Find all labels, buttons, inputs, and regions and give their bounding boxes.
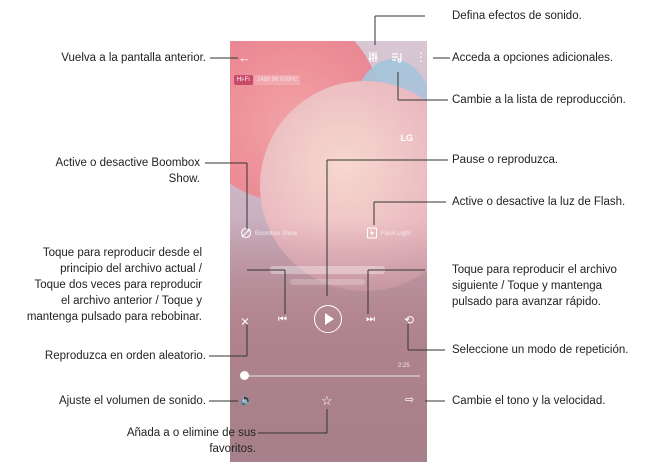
callout-repeat: Seleccione un modo de repetición. [452,344,629,356]
callout-back: Vuelva a la pantalla anterior. [61,52,206,64]
callout-more: Acceda a opciones adicionales. [452,52,614,64]
callout-favorite: Añada a o elimine de sus favoritos. [126,427,256,455]
callout-playlist: Cambie a la lista de reproducción. [452,94,626,106]
callout-next: Toque para reproducir el archivo siguient… [452,264,617,308]
callout-boombox: Active o desactive Boombox Show. [55,157,200,185]
callout-previous: Toque para reproducir desde el principio … [26,247,202,323]
callout-volume: Ajuste el volumen de sonido. [58,395,206,407]
callout-pause: Pause o reproduzca. [452,154,559,166]
callout-flash: Active o desactive la luz de Flash. [452,196,626,208]
callout-shuffle: Reproduzca en orden aleatorio. [44,350,206,362]
callout-effects: Defina efectos de sonido. [452,10,582,22]
callout-pitch: Cambie el tono y la velocidad. [452,395,606,407]
